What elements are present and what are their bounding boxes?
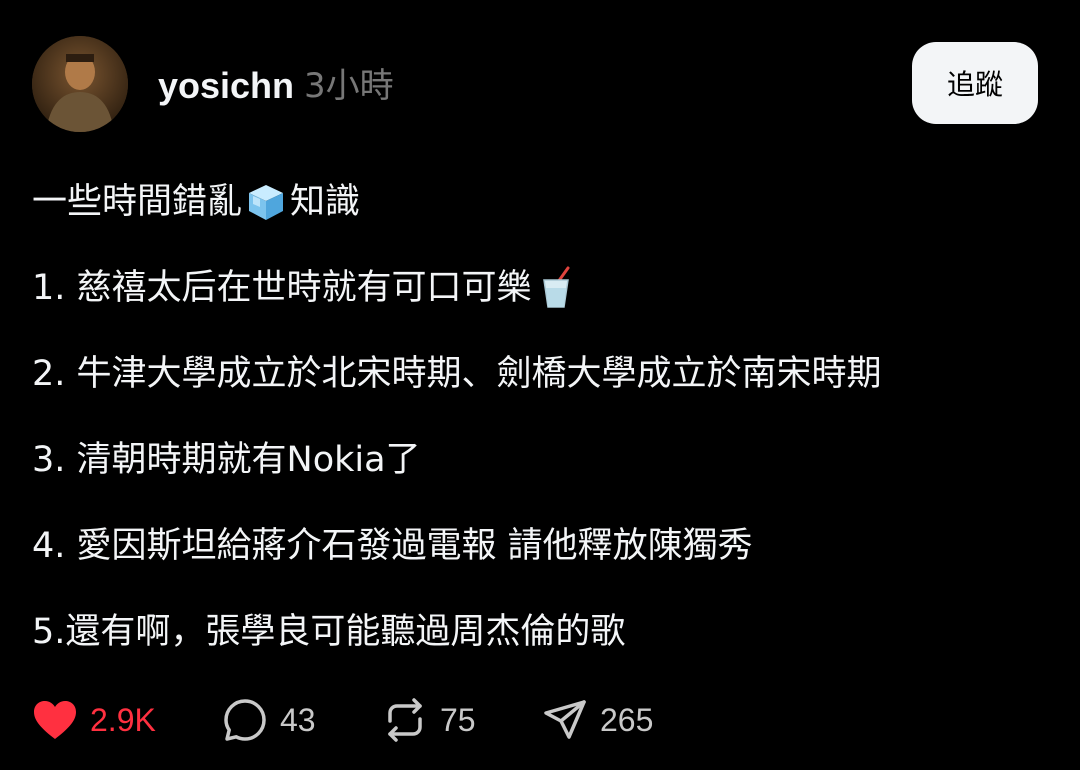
post-text: 5.還有啊，張學良可能聽過周杰倫的歌 [32,612,626,652]
comment-count: 43 [280,701,316,738]
post-line-3: 3. 清朝時期就有Nokia了 [32,430,1048,490]
post-text: 2. 牛津大學成立於北宋時期、劍橋大學成立於南宋時期 [32,354,882,394]
repost-button[interactable]: 75 [382,692,476,748]
share-count: 265 [600,701,654,738]
post-line-5: 5.還有啊，張學良可能聽過周杰倫的歌 [32,602,1048,662]
post-line-title: 一些時間錯亂 知識 [32,172,1048,232]
avatar[interactable] [32,36,128,132]
follow-button[interactable]: 追蹤 [912,42,1038,124]
action-bar: 2.9K 43 75 265 [32,692,1048,748]
repost-count: 75 [440,701,476,738]
repost-icon [388,698,422,742]
post-text: 3. 清朝時期就有Nokia了 [32,440,421,480]
post-line-4: 4. 愛因斯坦給蔣介石發過電報 請他釋放陳獨秀 [32,516,1048,576]
post-text: 1. 慈禧太后在世時就有可口可樂 [32,268,532,308]
heart-icon [34,701,76,739]
post-text: 一些時間錯亂 [32,182,243,222]
like-button[interactable]: 2.9K [32,692,156,748]
comment-bubble-icon [224,699,266,741]
like-count: 2.9K [90,701,156,738]
post-time: 3小時 [304,66,394,106]
post-line-2: 2. 牛津大學成立於北宋時期、劍橋大學成立於南宋時期 [32,344,1048,404]
post-body: 一些時間錯亂 知識 1. 慈禧太后在世時就有可口可樂 2. 牛津大學成立於北宋時… [32,172,1048,688]
post-line-1: 1. 慈禧太后在世時就有可口可樂 [32,258,1048,318]
share-button[interactable]: 265 [542,692,653,748]
post-header: yosichn 3小時 追蹤 [32,36,1048,136]
comment-button[interactable]: 43 [222,692,316,748]
post-text: 知識 [290,182,361,222]
cup-with-straw-icon [534,266,578,310]
ice-cube-icon [244,180,288,224]
send-icon [544,700,586,739]
username[interactable]: yosichn [158,64,294,108]
post-text: 4. 愛因斯坦給蔣介石發過電報 請他釋放陳獨秀 [32,526,753,566]
